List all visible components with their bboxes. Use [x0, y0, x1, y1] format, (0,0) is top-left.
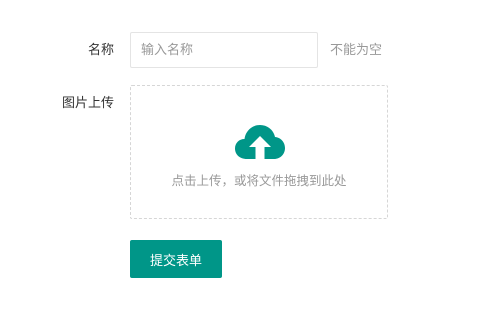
upload-instructions: 点击上传，或将文件拖拽到此处 — [171, 173, 347, 188]
submit-button[interactable]: 提交表单 — [130, 240, 222, 278]
upload-label: 图片上传 — [61, 96, 114, 111]
name-input[interactable] — [130, 32, 318, 68]
name-required-hint: 不能为空 — [330, 43, 383, 58]
cloud-upload-icon — [235, 125, 285, 159]
upload-form-page: 名称 不能为空 图片上传 点击上传，或将文件拖拽到此处 提交表单 — [0, 0, 494, 312]
name-label: 名称 — [87, 43, 114, 58]
upload-dropzone[interactable]: 点击上传，或将文件拖拽到此处 — [130, 85, 388, 219]
